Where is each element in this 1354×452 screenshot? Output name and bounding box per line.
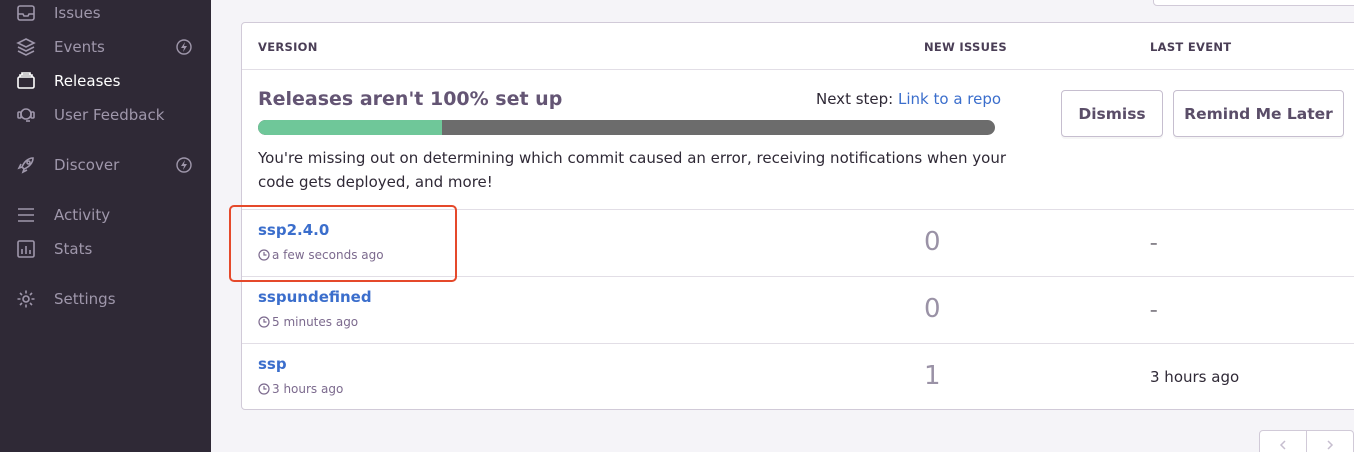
sidebar-item-label: Releases <box>54 72 121 90</box>
release-time: 3 hours ago <box>258 382 343 396</box>
next-step: Next step: Link to a repo <box>816 90 1001 108</box>
sidebar-item-releases[interactable]: Releases <box>0 66 211 96</box>
chevron-left-icon <box>1279 440 1286 450</box>
setup-title: Releases aren't 100% set up <box>258 88 563 110</box>
dismiss-button[interactable]: Dismiss <box>1061 90 1163 137</box>
layers-icon <box>15 36 37 58</box>
clock-icon <box>258 383 270 395</box>
last-event: – <box>1150 301 1158 319</box>
search-input[interactable] <box>1153 0 1354 6</box>
release-time: a few seconds ago <box>258 248 384 262</box>
inbox-icon <box>15 2 37 24</box>
sidebar-item-label: Issues <box>54 4 101 22</box>
new-issues-count: 0 <box>924 294 941 324</box>
release-version-link[interactable]: sspundefined <box>258 288 372 306</box>
table-row: sspundefined 5 minutes ago 0 – <box>242 277 1354 344</box>
table-row: ssp2.4.0 a few seconds ago 0 – <box>242 210 1354 277</box>
table-row: ssp 3 hours ago 1 3 hours ago <box>242 344 1354 409</box>
sidebar-item-label: Activity <box>54 206 111 224</box>
sidebar: Issues Events Releases User Feedback Dis… <box>0 0 211 452</box>
table-header: VERSION NEW ISSUES LAST EVENT <box>242 23 1354 70</box>
sidebar-item-label: Stats <box>54 240 93 258</box>
release-time: 5 minutes ago <box>258 315 358 329</box>
pagination <box>1259 430 1354 452</box>
sidebar-item-label: Discover <box>54 156 120 174</box>
gear-icon <box>15 288 37 310</box>
setup-progress-fill <box>258 120 443 135</box>
main-content: VERSION NEW ISSUES LAST EVENT Releases a… <box>211 0 1354 452</box>
last-event: 3 hours ago <box>1150 368 1240 386</box>
chevron-right-icon <box>1327 440 1333 450</box>
column-header-last-event: LAST EVENT <box>1150 40 1232 54</box>
clock-icon <box>258 316 270 328</box>
previous-page-button[interactable] <box>1260 431 1307 452</box>
menu-lines-icon <box>15 204 37 226</box>
next-page-button[interactable] <box>1307 431 1353 452</box>
setup-banner: Releases aren't 100% set up Next step: L… <box>242 70 1354 210</box>
release-version-link[interactable]: ssp2.4.0 <box>258 221 329 239</box>
package-icon <box>15 70 37 92</box>
rocket-icon <box>15 154 37 176</box>
sidebar-item-discover[interactable]: Discover <box>0 150 211 180</box>
lightning-badge-icon <box>175 156 193 174</box>
sidebar-item-label: User Feedback <box>54 106 165 124</box>
sidebar-item-issues[interactable]: Issues <box>0 0 211 28</box>
sidebar-item-activity[interactable]: Activity <box>0 200 211 230</box>
column-header-version: VERSION <box>258 40 318 54</box>
new-issues-count: 0 <box>924 227 941 257</box>
sidebar-item-stats[interactable]: Stats <box>0 234 211 264</box>
link-to-repo-link[interactable]: Link to a repo <box>898 90 1001 108</box>
last-event: – <box>1150 234 1158 252</box>
next-step-label: Next step: <box>816 90 894 108</box>
column-header-new-issues: NEW ISSUES <box>924 40 1007 54</box>
release-version-link[interactable]: ssp <box>258 355 287 373</box>
releases-table: VERSION NEW ISSUES LAST EVENT Releases a… <box>241 22 1354 410</box>
remind-me-later-button[interactable]: Remind Me Later <box>1173 90 1344 137</box>
setup-description: You're missing out on determining which … <box>258 149 1007 191</box>
lightning-badge-icon <box>175 38 193 56</box>
new-issues-count: 1 <box>924 361 941 391</box>
support-icon <box>15 104 37 126</box>
sidebar-item-settings[interactable]: Settings <box>0 284 211 314</box>
release-time-text: 3 hours ago <box>272 382 344 396</box>
sidebar-item-label: Events <box>54 38 105 56</box>
sidebar-item-label: Settings <box>54 290 116 308</box>
release-time-text: a few seconds ago <box>272 248 384 262</box>
release-time-text: 5 minutes ago <box>272 315 359 329</box>
clock-icon <box>258 249 270 261</box>
bar-chart-icon <box>15 238 37 260</box>
sidebar-item-events[interactable]: Events <box>0 32 211 62</box>
setup-progress-bar <box>258 120 995 135</box>
sidebar-item-user-feedback[interactable]: User Feedback <box>0 100 211 130</box>
